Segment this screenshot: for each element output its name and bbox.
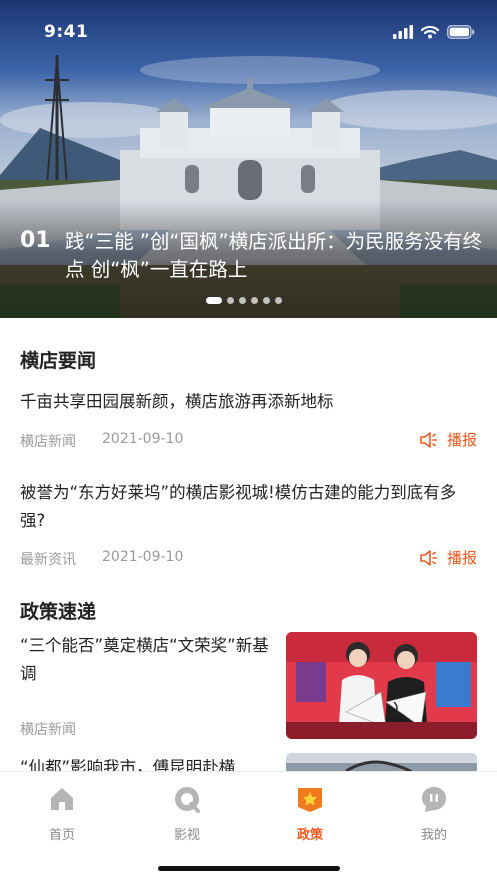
- news-item-date: 2021-09-10: [102, 549, 184, 565]
- tab-label: 影视: [173, 828, 200, 843]
- broadcast-label: 播报: [446, 431, 477, 449]
- tab-home[interactable]: 首页: [22, 784, 102, 843]
- hero-title[interactable]: 践“三能 ”创“国枫”横店派出所：为民服务没有终点 创“枫”一直在路上: [65, 228, 485, 284]
- news-item-source: 横店新闻: [20, 434, 76, 450]
- policy-item-source: 横店新闻: [20, 722, 76, 738]
- battery-icon: [447, 25, 475, 39]
- carousel-dot[interactable]: [251, 297, 258, 304]
- news-item-title[interactable]: 被誉为“东方好莱坞”的横店影视城!模仿古建的能力到底有多强?: [20, 479, 478, 535]
- news-section-title: 横店要闻: [20, 350, 97, 372]
- news-item-title[interactable]: 千亩共享田园展新颜，横店旅游再添新地标: [20, 388, 478, 416]
- news-item-meta: 横店新闻 2021-09-10: [20, 431, 183, 451]
- news-item-source: 最新资讯: [20, 552, 76, 568]
- tab-label: 政策: [296, 828, 323, 843]
- tab-video[interactable]: 影视: [147, 784, 227, 843]
- status-icons: [393, 22, 475, 42]
- news-item-meta: 最新资讯 2021-09-10: [20, 549, 183, 569]
- tab-label: 我的: [420, 828, 447, 843]
- video-icon: [175, 787, 200, 813]
- broadcast-button[interactable]: 播报: [419, 547, 477, 568]
- carousel-indicator[interactable]: [206, 297, 282, 304]
- hero-banner[interactable]: 9:41 01 践“三能 ”创“国枫”横店派出所：为民服务没有终点 创“枫”一直…: [0, 0, 497, 318]
- broadcast-label: 播报: [446, 549, 477, 567]
- status-bar: 9:41: [0, 0, 497, 60]
- policy-item-thumbnail[interactable]: [286, 632, 477, 739]
- news-item-date: 2021-09-10: [102, 431, 184, 447]
- thumbnail-image: [286, 632, 477, 739]
- policy-item-title[interactable]: “三个能否”奠定横店“文荣奖”新基调: [20, 632, 270, 688]
- speaker-icon: [420, 549, 438, 566]
- home-icon: [51, 788, 73, 810]
- cellular-signal-icon: [393, 25, 413, 39]
- carousel-dot[interactable]: [263, 297, 270, 304]
- policy-star-icon: [298, 788, 322, 812]
- carousel-dot[interactable]: [206, 297, 222, 304]
- carousel-dot[interactable]: [275, 297, 282, 304]
- hero-index: 01: [20, 228, 51, 253]
- profile-icon: [422, 787, 446, 812]
- carousel-dot[interactable]: [239, 297, 246, 304]
- speaker-icon: [420, 431, 438, 448]
- status-time: 9:41: [44, 22, 89, 42]
- tab-label: 首页: [48, 828, 75, 843]
- policy-section-title: 政策速递: [20, 601, 97, 623]
- policy-item-meta: 横店新闻: [20, 719, 76, 739]
- home-indicator[interactable]: [158, 866, 340, 871]
- wifi-icon: [421, 25, 439, 39]
- broadcast-button[interactable]: 播报: [419, 429, 477, 450]
- carousel-dot[interactable]: [227, 297, 234, 304]
- tab-profile[interactable]: 我的: [394, 784, 474, 843]
- tab-policy[interactable]: 政策: [270, 784, 350, 843]
